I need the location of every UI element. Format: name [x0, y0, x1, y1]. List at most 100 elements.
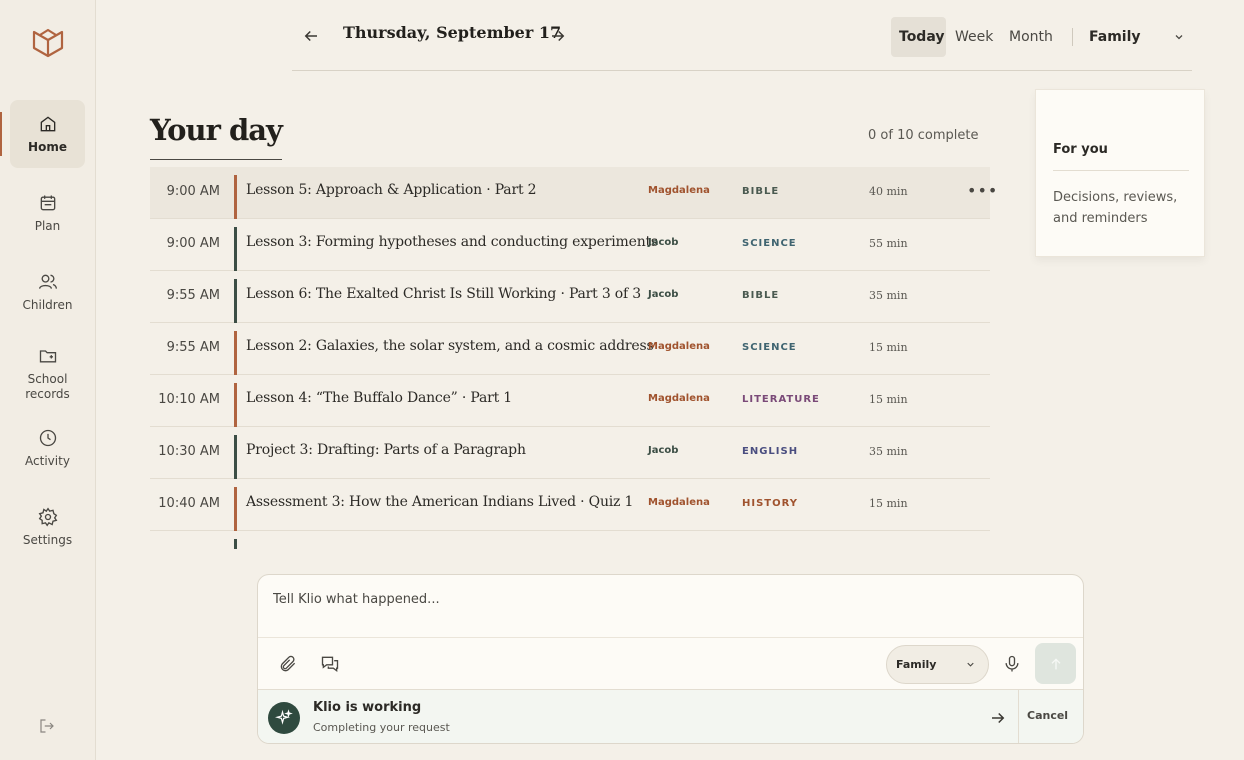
task-title: Lesson 6: The Exalted Christ Is Still Wo…: [246, 286, 641, 302]
prev-day-button[interactable]: [302, 27, 320, 45]
task-child: Magdalena: [648, 341, 710, 352]
task-row[interactable]: 9:55 AM Lesson 2: Galaxies, the solar sy…: [150, 323, 990, 375]
users-icon: [38, 274, 57, 289]
clock-icon: [39, 429, 56, 446]
task-title: Lesson 5: Approach & Application · Part …: [246, 182, 537, 198]
task-list: 9:00 AM Lesson 5: Approach & Application…: [150, 167, 997, 531]
scope-select[interactable]: Family: [1089, 26, 1185, 48]
header: Thursday, September 17 Today Week Month …: [292, 0, 1192, 71]
composer-scope-select[interactable]: Family: [886, 645, 989, 684]
page-title: Your day: [150, 113, 283, 160]
task-subject: BIBLE: [742, 186, 780, 197]
more-options-icon[interactable]: •••: [967, 181, 998, 200]
task-child: Magdalena: [648, 185, 710, 196]
task-time: 9:55 AM: [166, 288, 220, 303]
task-time: 9:00 AM: [166, 236, 220, 251]
current-date: Thursday, September 17: [343, 23, 562, 42]
sidebar-item-home[interactable]: Home: [10, 100, 85, 168]
tab-week[interactable]: Week: [947, 17, 1001, 57]
task-duration: 15 min: [869, 497, 908, 510]
task-title: Assessment 3: How the American Indians L…: [246, 494, 634, 510]
task-row[interactable]: 9:00 AM Lesson 5: Approach & Application…: [150, 167, 997, 219]
home-icon: [40, 116, 55, 131]
chat-icon[interactable]: [320, 654, 340, 674]
microphone-icon[interactable]: [1002, 654, 1022, 674]
task-time: 9:00 AM: [166, 184, 220, 199]
task-child: Jacob: [648, 445, 679, 456]
klio-composer: Family Klio is working Completing your r…: [257, 574, 1084, 744]
task-title: Lesson 3: Forming hypotheses and conduct…: [246, 234, 658, 250]
sidebar-item-school-records[interactable]: School records: [10, 338, 85, 410]
task-title: Project 3: Drafting: Parts of a Paragrap…: [246, 442, 526, 458]
calendar-icon: [40, 195, 55, 210]
for-you-card[interactable]: For you Decisions, reviews, and reminder…: [1035, 89, 1205, 257]
sidebar-item-label: Plan: [34, 218, 61, 233]
sidebar-item-label: Children: [22, 297, 73, 312]
task-subject: SCIENCE: [742, 238, 797, 249]
for-you-description: Decisions, reviews, and reminders: [1053, 190, 1178, 226]
status-subtitle: Completing your request: [313, 721, 450, 734]
logo-icon[interactable]: [30, 26, 66, 62]
for-you-title: For you: [1053, 142, 1108, 157]
sidebar-item-label: Activity: [25, 453, 70, 468]
composer-scope-value: Family: [896, 658, 937, 671]
task-title: Lesson 4: “The Buffalo Dance” · Part 1: [246, 390, 512, 406]
arrow-up-icon: [1051, 657, 1060, 669]
klio-status-bar: Klio is working Completing your request …: [258, 689, 1083, 743]
tab-today[interactable]: Today: [891, 17, 946, 57]
task-child: Jacob: [648, 289, 679, 300]
task-row[interactable]: 10:40 AM Assessment 3: How the American …: [150, 479, 990, 531]
active-nav-indicator: [0, 112, 2, 156]
next-day-button[interactable]: [549, 27, 567, 45]
task-row[interactable]: 9:55 AM Lesson 6: The Exalted Christ Is …: [150, 271, 990, 323]
child-color-bar: [234, 539, 237, 549]
chevron-down-icon: [1175, 35, 1183, 40]
sparkle-icon: [268, 702, 300, 734]
task-subject: HISTORY: [742, 498, 799, 509]
child-color-bar: [234, 227, 237, 271]
sidebar-item-plan[interactable]: Plan: [10, 179, 85, 247]
cancel-button[interactable]: Cancel: [1027, 709, 1068, 722]
status-title: Klio is working: [313, 700, 422, 715]
chevron-down-icon: [967, 662, 974, 667]
arrow-right-icon[interactable]: [989, 709, 1007, 727]
task-subject: SCIENCE: [742, 342, 797, 353]
task-time: 10:10 AM: [158, 392, 220, 407]
task-row[interactable]: 10:10 AM Lesson 4: “The Buffalo Dance” ·…: [150, 375, 990, 427]
sidebar-item-settings[interactable]: Settings: [10, 493, 85, 561]
divider: [258, 637, 1083, 638]
task-child: Magdalena: [648, 393, 710, 404]
task-child: Magdalena: [648, 497, 710, 508]
send-button[interactable]: [1035, 643, 1076, 684]
sidebar-item-activity[interactable]: Activity: [10, 414, 85, 482]
task-time: 10:40 AM: [158, 496, 220, 511]
task-row[interactable]: 9:00 AM Lesson 3: Forming hypotheses and…: [150, 219, 990, 271]
sidebar-item-children[interactable]: Children: [10, 258, 85, 326]
sidebar-item-label: Home: [28, 139, 67, 154]
task-subject: ENGLISH: [742, 446, 799, 457]
task-title: Lesson 2: Galaxies, the solar system, an…: [246, 338, 654, 354]
task-time: 10:30 AM: [158, 444, 220, 459]
child-color-bar: [234, 435, 237, 479]
task-child: Jacob: [648, 237, 679, 248]
paperclip-icon[interactable]: [278, 654, 298, 674]
task-duration: 40 min: [869, 185, 908, 198]
tab-divider: [1072, 28, 1073, 46]
child-color-bar: [234, 279, 237, 323]
child-color-bar: [234, 175, 237, 219]
scope-select-value: Family: [1089, 29, 1141, 45]
completion-count: 0 of 10 complete: [868, 128, 979, 143]
tab-month[interactable]: Month: [1001, 17, 1061, 57]
sidebar: Home Plan Children School records Activi…: [0, 0, 96, 760]
task-subject: LITERATURE: [742, 394, 820, 405]
gear-icon: [38, 506, 57, 527]
child-color-bar: [234, 383, 237, 427]
divider: [1018, 690, 1019, 743]
task-row[interactable]: 10:30 AM Project 3: Drafting: Parts of a…: [150, 427, 990, 479]
child-color-bar: [234, 487, 237, 531]
logout-icon[interactable]: [38, 717, 56, 735]
task-subject: BIBLE: [742, 290, 780, 301]
folder-icon: [39, 350, 56, 363]
sidebar-item-label: School records: [25, 372, 70, 401]
message-input[interactable]: [273, 592, 1053, 607]
